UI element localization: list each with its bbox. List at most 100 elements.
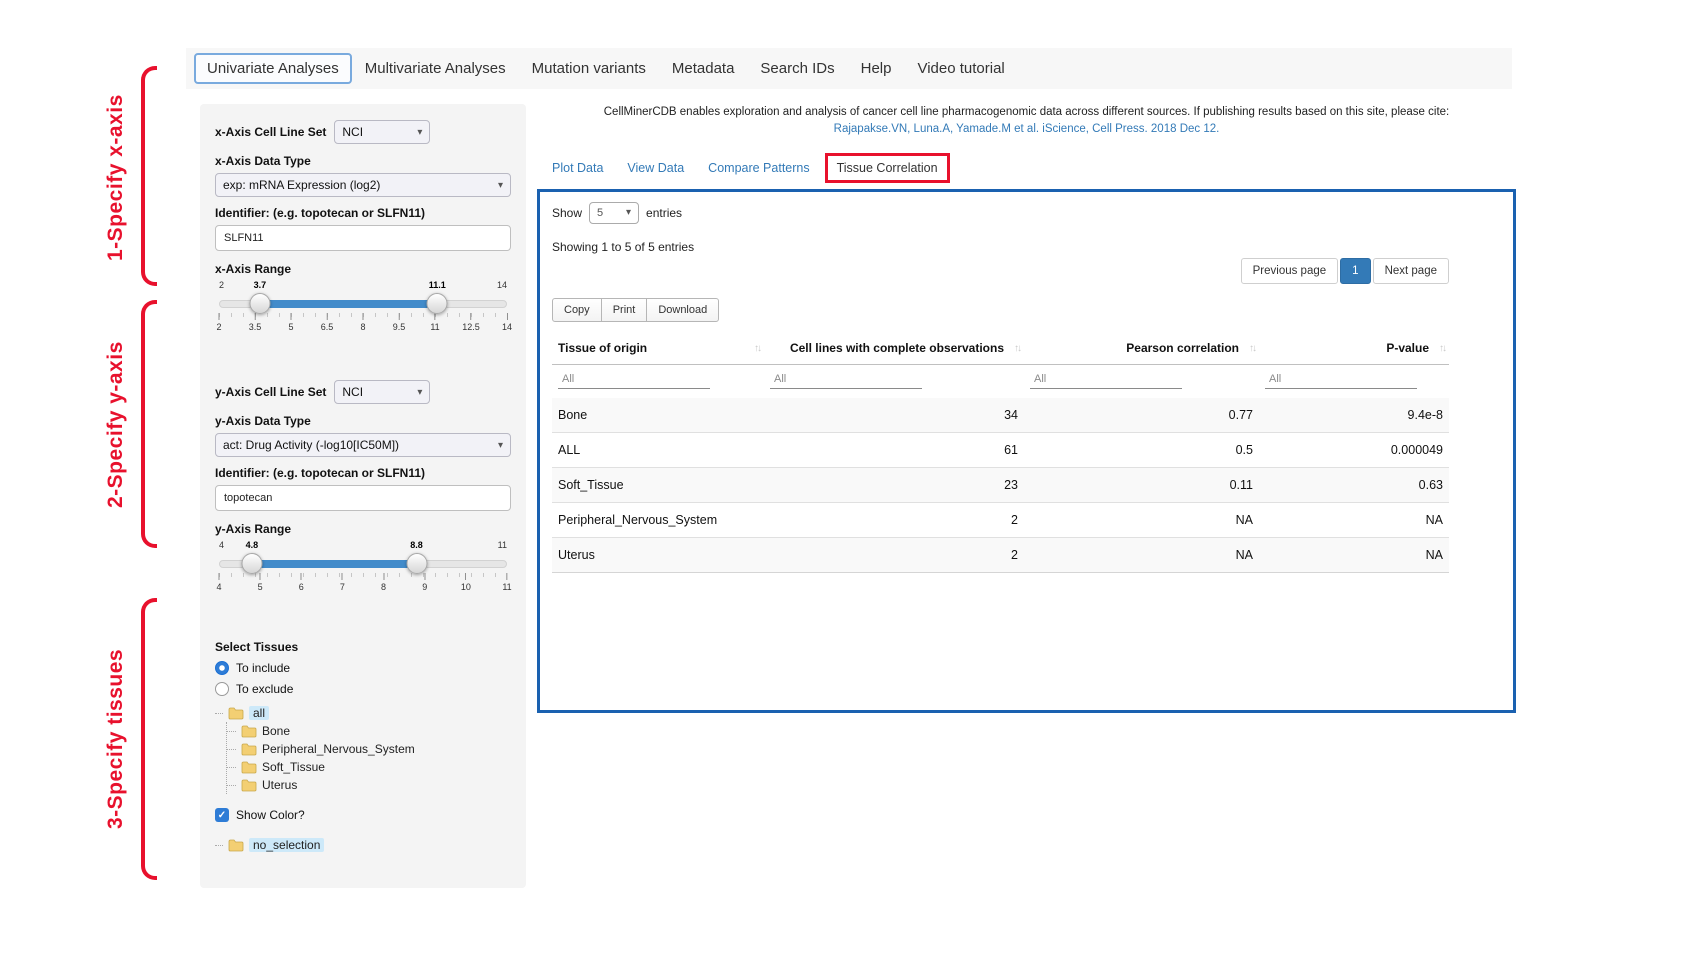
column-header-pearson-correlation[interactable]: Pearson correlation ↑↓ [1024,334,1259,365]
slider-grid: 4 5 6 7 8 9 10 11 [219,573,507,595]
column-label: Cell lines with complete observations [790,341,1004,355]
filter-input-cell-lines[interactable] [770,370,922,389]
entries-label: entries [646,206,682,220]
tick-label: 6.5 [321,322,334,332]
column-header-p-value[interactable]: P-value ↑↓ [1259,334,1449,365]
radio-to-include-label: To include [236,661,290,675]
cell-count: 2 [764,537,1024,572]
tree-item-all[interactable]: all [215,704,511,722]
sort-icon[interactable]: ↑↓ [1249,343,1255,354]
y-identifier-input[interactable] [215,485,511,511]
tree-item-label: no_selection [249,838,324,852]
chevron-down-icon: ▾ [498,440,503,451]
y-cell-line-set-select[interactable]: NCI ▾ [334,380,430,404]
show-label: Show [552,206,582,220]
slider-handle-from[interactable] [241,553,262,574]
slider-handle-to[interactable] [406,553,427,574]
tick-label: 14 [502,322,512,332]
tick-label: 12.5 [462,322,480,332]
x-range-slider[interactable]: 2 14 3.7 11.1 2 3.5 5 6.5 8 9.5 11 12.5 … [219,280,507,342]
citation-link[interactable]: Rajapakse.VN, Luna.A, Yamade.M et al. iS… [537,121,1516,138]
subtab-view-data[interactable]: View Data [618,155,693,181]
y-data-type-value: act: Drug Activity (-log10[IC50M]) [223,438,399,452]
nav-tab-video-tutorial[interactable]: Video tutorial [904,54,1017,83]
x-cell-line-set-label: x-Axis Cell Line Set [215,125,326,139]
download-button[interactable]: Download [646,298,719,322]
chevron-down-icon: ▾ [417,387,422,398]
radio-to-exclude[interactable]: To exclude [215,682,511,696]
table-row: Soft_Tissue 23 0.11 0.63 [552,467,1449,502]
sort-icon[interactable]: ↑↓ [754,343,760,354]
cell-p-value: 0.000049 [1259,432,1449,467]
slider-fill [253,560,417,568]
x-identifier-input[interactable] [215,225,511,251]
show-color-checkbox[interactable]: ✓ Show Color? [215,808,511,822]
filter-input-pearson[interactable] [1030,370,1182,389]
folder-icon [241,779,257,792]
cell-pearson: 0.5 [1024,432,1259,467]
tree-item-label: all [249,706,269,720]
radio-unselected-icon [215,682,229,696]
column-header-tissue-of-origin[interactable]: Tissue of origin ↑↓ [552,334,764,365]
x-data-type-select[interactable]: exp: mRNA Expression (log2) ▾ [215,173,511,197]
nav-tab-multivariate-analyses[interactable]: Multivariate Analyses [352,54,519,83]
table-buttons: Copy Print Download [552,298,1501,322]
folder-icon [241,725,257,738]
tree-item-peripheral-nervous-system[interactable]: Peripheral_Nervous_System [236,740,511,758]
tree-item-bone[interactable]: Bone [236,722,511,740]
filter-input-tissue[interactable] [558,370,710,389]
nav-tab-univariate-analyses[interactable]: Univariate Analyses [194,53,352,84]
slider-max-label: 14 [497,280,507,290]
page-size-select[interactable]: 5 ▾ [589,202,639,224]
tick-label: 6 [299,582,304,592]
column-header-cell-lines[interactable]: Cell lines with complete observations ↑↓ [764,334,1024,365]
tick-label: 2 [216,322,221,332]
annotation-bracket-3 [141,598,157,880]
subtab-plot-data[interactable]: Plot Data [543,155,612,181]
nav-tab-help[interactable]: Help [848,54,905,83]
slider-to-label: 11.1 [429,280,446,290]
cell-p-value: 0.63 [1259,467,1449,502]
slider-handle-from[interactable] [249,293,270,314]
tree-item-uterus[interactable]: Uterus [236,776,511,794]
sort-icon[interactable]: ↑↓ [1439,343,1445,354]
subtab-compare-patterns[interactable]: Compare Patterns [699,155,818,181]
previous-page-button[interactable]: Previous page [1241,258,1339,284]
chevron-down-icon: ▾ [626,207,631,218]
tick-label: 9.5 [393,322,406,332]
tree-item-no-selection[interactable]: no_selection [215,836,511,854]
cell-p-value: NA [1259,537,1449,572]
filter-input-p-value[interactable] [1265,370,1417,389]
annotation-bracket-1 [141,66,157,286]
nav-tab-mutation-variants[interactable]: Mutation variants [519,54,659,83]
y-data-type-select[interactable]: act: Drug Activity (-log10[IC50M]) ▾ [215,433,511,457]
radio-selected-icon [215,661,229,675]
nav-tab-metadata[interactable]: Metadata [659,54,748,83]
x-cell-line-set-select[interactable]: NCI ▾ [334,120,430,144]
sort-icon[interactable]: ↑↓ [1014,343,1020,354]
tree-item-label: Uterus [262,778,297,792]
tissue-correlation-table: Tissue of origin ↑↓ Cell lines with comp… [552,334,1449,573]
y-range-slider[interactable]: 4 11 4.8 8.8 4 5 6 7 8 9 10 11 [219,540,507,602]
tick-label: 10 [461,582,471,592]
cell-p-value: 9.4e-8 [1259,398,1449,433]
copy-button[interactable]: Copy [552,298,602,322]
subtab-tissue-correlation[interactable]: Tissue Correlation [825,153,950,183]
annotation-step3: 3-Specify tissues [96,600,136,878]
slider-handle-to[interactable] [427,293,448,314]
nav-tab-search-ids[interactable]: Search IDs [747,54,847,83]
tree-item-soft-tissue[interactable]: Soft_Tissue [236,758,511,776]
tick-label: 11 [502,582,511,592]
cell-tissue: ALL [552,432,764,467]
subtab-bar: Plot Data View Data Compare Patterns Tis… [543,153,1516,183]
print-button[interactable]: Print [601,298,648,322]
x-cell-line-set-value: NCI [342,125,363,139]
cell-pearson: 0.11 [1024,467,1259,502]
next-page-button[interactable]: Next page [1373,258,1449,284]
y-range-label: y-Axis Range [215,522,511,536]
x-data-type-label: x-Axis Data Type [215,154,511,168]
page-1-button[interactable]: 1 [1340,258,1370,284]
radio-to-include[interactable]: To include [215,661,511,675]
folder-icon [228,707,244,720]
sidebar: x-Axis Cell Line Set NCI ▾ x-Axis Data T… [200,104,526,888]
